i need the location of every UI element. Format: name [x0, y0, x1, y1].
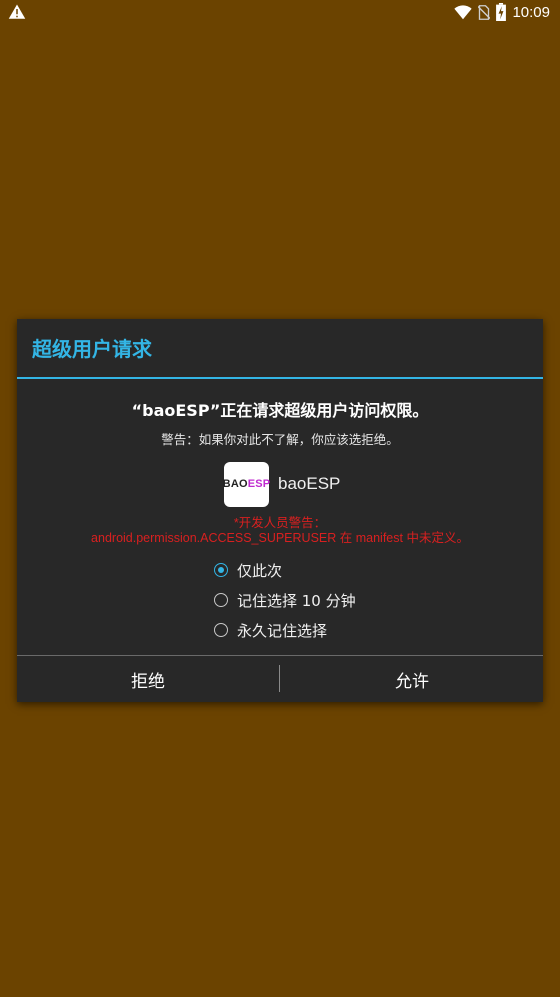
superuser-request-dialog: 超级用户请求 “baoESP”正在请求超级用户访问权限。 警告：如果你对此不了解…: [17, 319, 543, 702]
developer-warning-line2: android.permission.ACCESS_SUPERUSER 在 ma…: [91, 531, 469, 545]
deny-button[interactable]: 拒绝: [17, 656, 279, 702]
app-name: baoESP: [278, 474, 341, 493]
option-label: 永久记住选择: [237, 621, 328, 640]
request-headline: “baoESP”正在请求超级用户访问权限。: [131, 401, 429, 420]
status-time: 10:09: [512, 3, 550, 21]
title-divider: [17, 377, 543, 379]
button-separator: [279, 665, 280, 692]
dialog-title: 超级用户请求: [32, 337, 152, 361]
radio-checked-icon[interactable]: [214, 563, 228, 577]
option-label: 记住选择 10 分钟: [237, 591, 356, 610]
status-bar: 10:09: [0, 0, 560, 24]
option-remember-10-min[interactable]: 记住选择 10 分钟: [214, 585, 356, 615]
battery-charging-icon: [496, 3, 507, 21]
option-remember-forever[interactable]: 永久记住选择: [214, 615, 356, 645]
wifi-icon: [454, 4, 473, 19]
app-icon-text-accent: ESP: [247, 478, 271, 490]
warning-text: 警告：如果你对此不了解，你应该选拒绝。: [161, 432, 399, 447]
radio-unchecked-icon[interactable]: [214, 593, 228, 607]
option-once[interactable]: 仅此次: [214, 555, 356, 585]
app-icon-text-dark: BAO: [222, 478, 248, 490]
developer-warning-line1: *开发人员警告：: [233, 516, 327, 530]
no-sim-icon: [478, 4, 491, 20]
warning-icon: [8, 4, 26, 19]
allow-button[interactable]: 允许: [281, 656, 543, 702]
duration-options: 仅此次 记住选择 10 分钟 永久记住选择: [214, 555, 356, 645]
app-info: BAO ESP baoESP: [222, 461, 341, 507]
option-label: 仅此次: [237, 561, 283, 580]
app-icon: BAO ESP: [222, 461, 271, 507]
developer-warning: *开发人员警告： android.permission.ACCESS_SUPER…: [17, 516, 543, 546]
radio-unchecked-icon[interactable]: [214, 623, 228, 637]
